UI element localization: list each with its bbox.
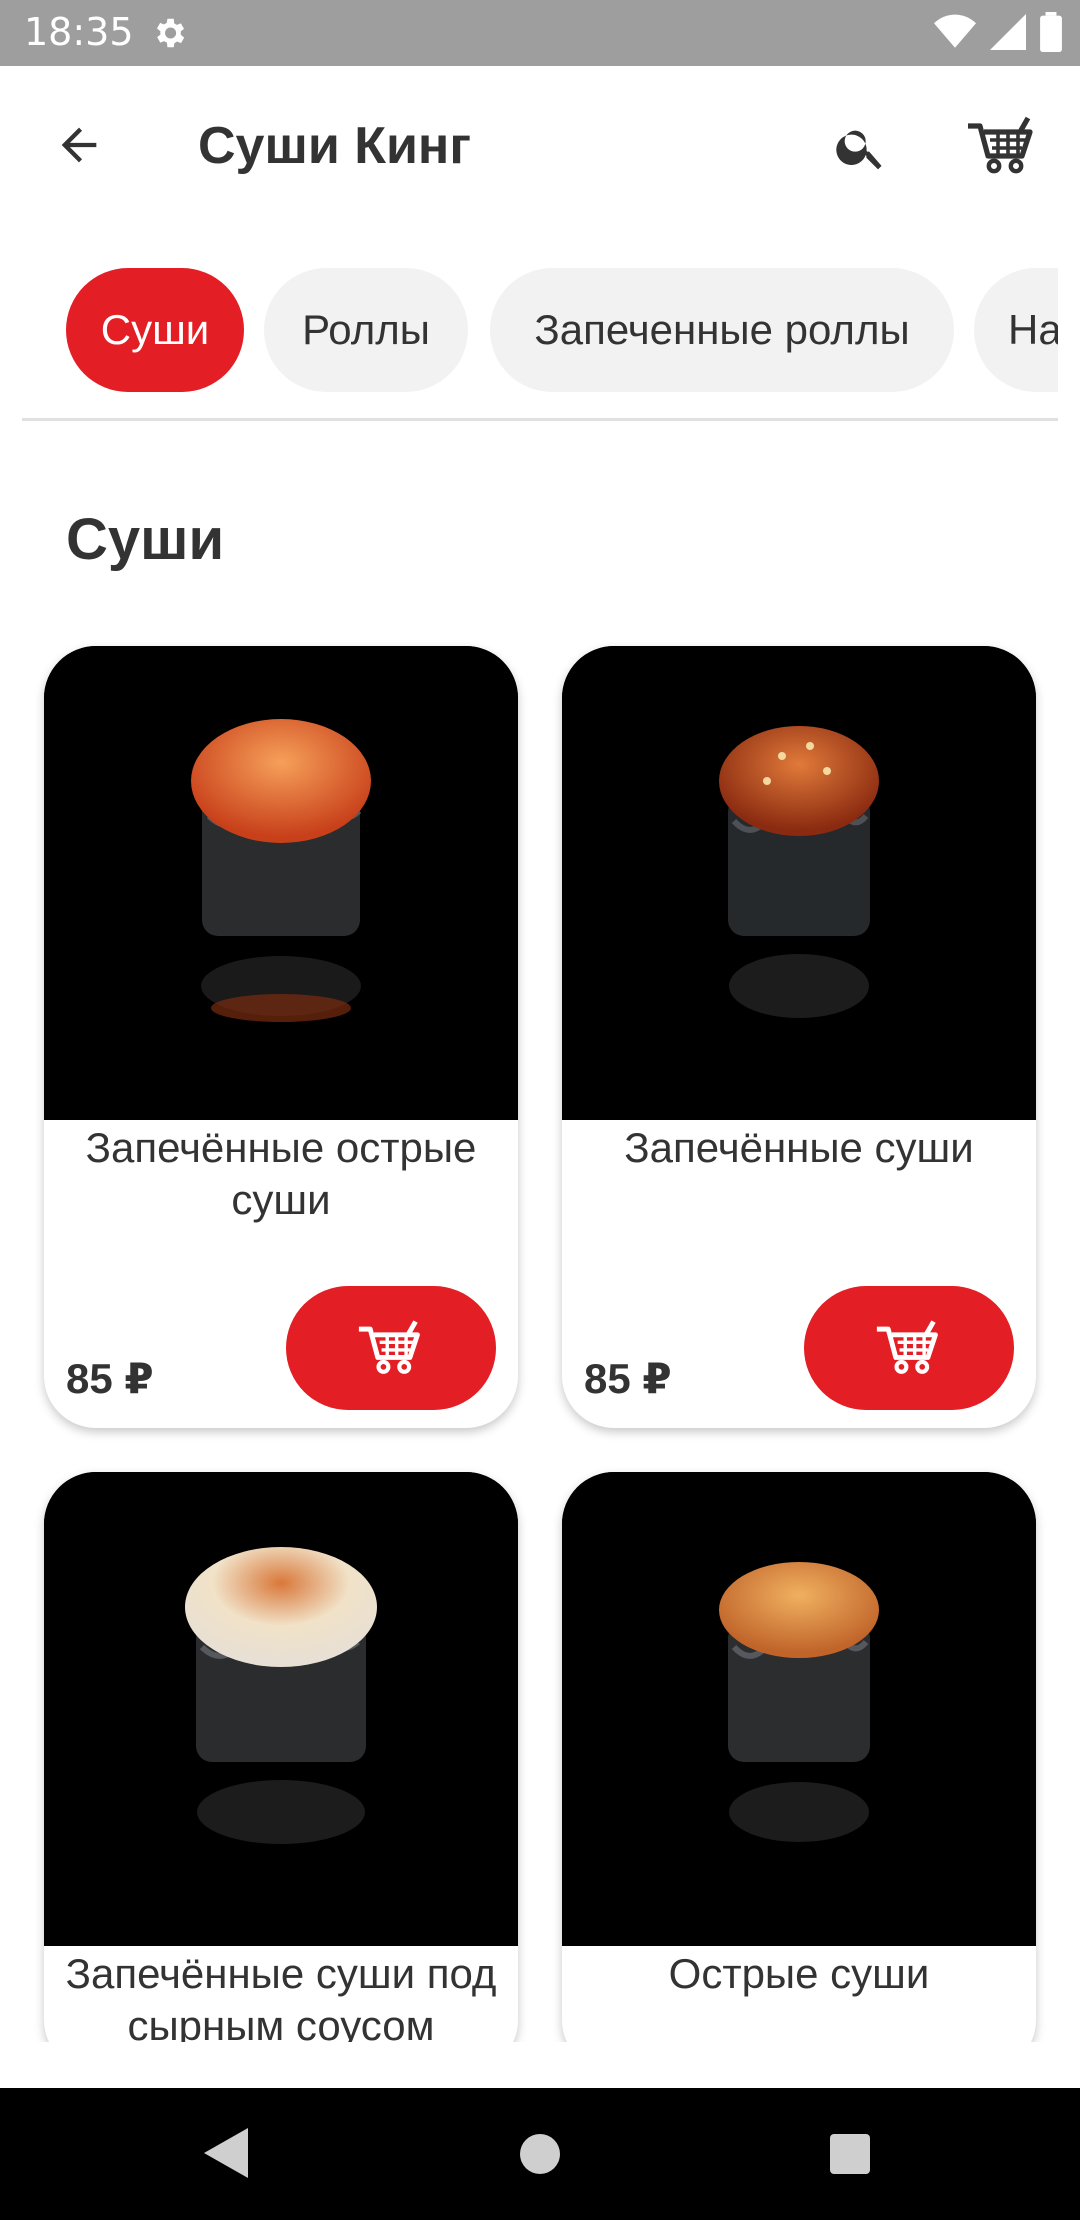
back-arrow-icon [61, 127, 97, 163]
battery-icon [1040, 12, 1062, 57]
chip-baked-rolls[interactable]: Запеченные роллы [490, 268, 954, 392]
category-tabs: Суши Роллы Запеченные роллы На [0, 266, 1058, 392]
chip-rolls[interactable]: Роллы [264, 268, 468, 392]
product-image [562, 646, 1036, 1120]
cart-button[interactable] [962, 106, 1042, 186]
chip-sushi[interactable]: Суши [66, 268, 244, 392]
product-image [44, 646, 518, 1120]
product-card[interactable]: Запечённые суши под сырным соусом [44, 1472, 518, 2072]
search-icon [836, 130, 882, 170]
nav-home-icon[interactable] [520, 2134, 560, 2174]
signal-icon [990, 14, 1026, 55]
bottom-spacer [0, 2042, 1080, 2088]
status-time: 18:35 [24, 10, 134, 54]
product-name: Острые суши [668, 1950, 930, 1997]
product-card[interactable]: Запечённые суши 85 ₽ [562, 646, 1036, 1428]
status-bar: 18:35 [0, 0, 1080, 66]
cart-icon [876, 1320, 938, 1374]
nav-recents-icon[interactable] [830, 2134, 870, 2174]
nav-back-icon[interactable] [204, 2128, 248, 2183]
section-title: Суши [66, 507, 225, 572]
add-to-cart-button[interactable] [286, 1286, 496, 1410]
product-card[interactable]: Острые суши [562, 1472, 1036, 2072]
back-button[interactable] [44, 110, 114, 180]
app-bar: Суши Кинг [0, 66, 1080, 226]
product-price: 85 ₽ [584, 1355, 672, 1402]
divider [22, 418, 1058, 421]
wifi-icon [934, 14, 976, 55]
add-to-cart-button[interactable] [804, 1286, 1014, 1410]
search-button[interactable] [826, 112, 896, 182]
page-title: Суши Кинг [198, 117, 471, 175]
product-image [562, 1472, 1036, 1946]
cart-icon [358, 1320, 420, 1374]
chip-next[interactable]: На [974, 268, 1058, 392]
product-card[interactable]: Запечённые острые суши 85 ₽ [44, 646, 518, 1428]
product-name: Запечённые острые суши [85, 1124, 477, 1223]
product-name: Запечённые суши [624, 1124, 974, 1171]
settings-gear-icon [150, 14, 188, 52]
product-name: Запечённые суши под сырным соусом [65, 1950, 497, 2049]
cart-icon [968, 116, 1033, 174]
product-image [44, 1472, 518, 1946]
product-price: 85 ₽ [66, 1355, 154, 1402]
system-nav-bar [0, 2088, 1080, 2220]
